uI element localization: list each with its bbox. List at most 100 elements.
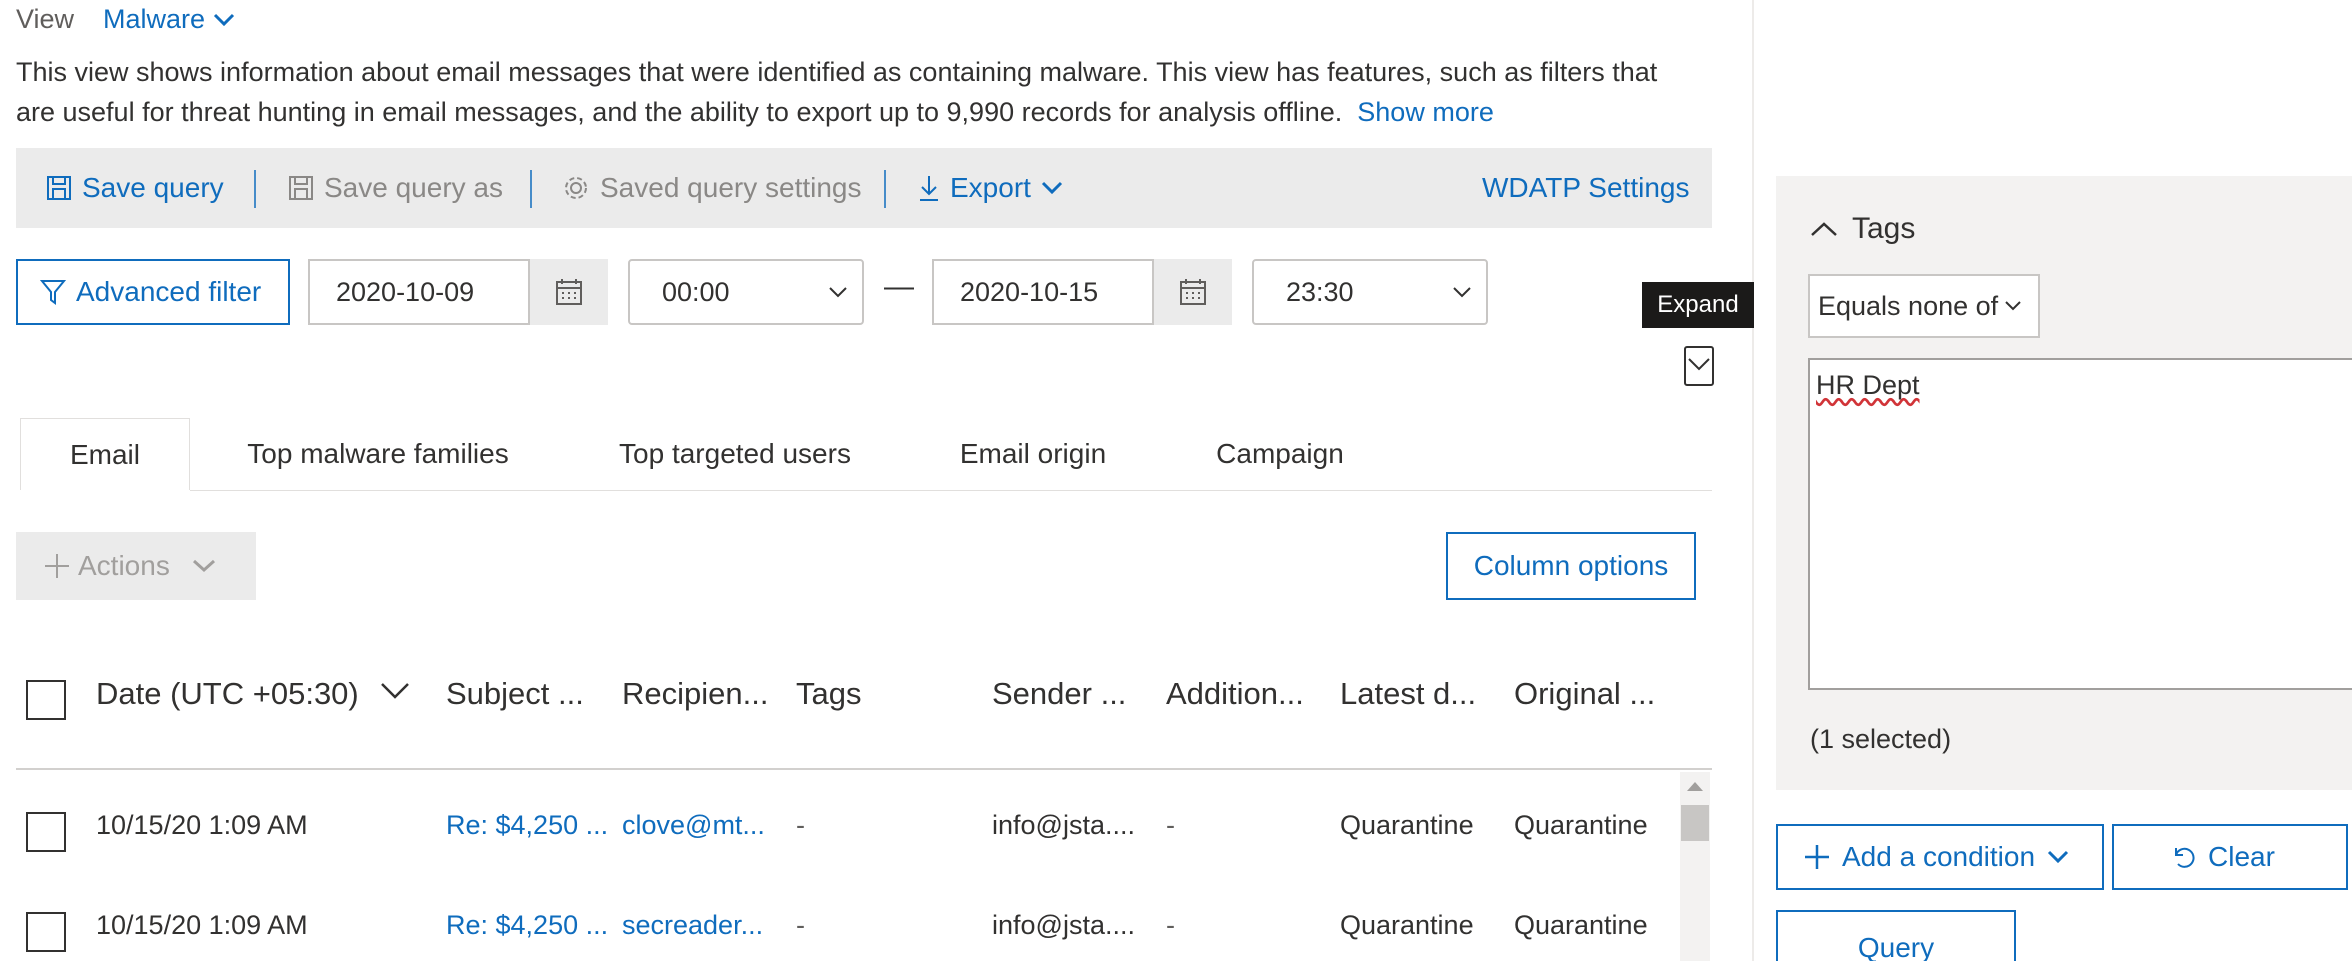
save-query-button[interactable]: Save query: [46, 148, 224, 228]
tags-value-textarea[interactable]: HR Dept: [1808, 358, 2352, 690]
tab-campaign[interactable]: Campaign: [1196, 418, 1364, 490]
start-time-select[interactable]: 00:00: [628, 259, 864, 325]
saved-query-settings-label: Saved query settings: [600, 172, 862, 203]
filter-icon: [40, 278, 66, 306]
save-icon: [288, 175, 314, 201]
actions-label: Actions: [78, 550, 170, 581]
column-header-tags[interactable]: Tags: [796, 676, 861, 712]
cell-sender: info@jsta....: [992, 810, 1135, 840]
end-date-value: 2020-10-15: [960, 276, 1099, 307]
table-row[interactable]: 10/15/20 1:09 AM Re: $4,250 ... clove@mt…: [16, 800, 1676, 860]
save-icon: [46, 175, 72, 201]
cell-latest-delivery: Quarantine: [1340, 910, 1474, 940]
view-description: This view shows information about email …: [16, 52, 1716, 132]
calendar-icon: [1179, 278, 1207, 306]
end-time-value: 23:30: [1286, 276, 1354, 307]
download-icon: [918, 174, 940, 202]
description-line-2: are useful for threat hunting in email m…: [16, 97, 1343, 127]
expand-button[interactable]: [1684, 346, 1714, 386]
plus-icon: [44, 553, 70, 579]
table-row[interactable]: 10/15/20 1:09 AM Re: $4,250 ... secreade…: [16, 900, 1676, 960]
column-header-latest-delivery[interactable]: Latest d...: [1340, 676, 1476, 712]
start-date-value: 2020-10-09: [336, 276, 475, 307]
column-header-subject[interactable]: Subject ...: [446, 676, 584, 712]
cell-subject-link[interactable]: Re: $4,250 ...: [446, 910, 608, 941]
cell-date: 10/15/20 1:09 AM: [96, 910, 308, 940]
chevron-down-icon: [2004, 300, 2022, 312]
start-date-input[interactable]: 2020-10-09: [308, 259, 530, 325]
row-checkbox[interactable]: [26, 912, 66, 952]
scroll-up-arrow-icon[interactable]: [1686, 780, 1704, 792]
save-query-as-label: Save query as: [324, 172, 503, 203]
cell-original: Quarantine: [1514, 910, 1648, 940]
tab-top-malware-families[interactable]: Top malware families: [228, 418, 528, 490]
gear-icon: [562, 174, 590, 202]
cell-additional: -: [1166, 910, 1175, 940]
tab-email[interactable]: Email: [20, 418, 190, 490]
actions-button[interactable]: Actions: [16, 532, 256, 600]
tags-selected-count: (1 selected): [1810, 724, 1952, 754]
column-header-additional[interactable]: Addition...: [1166, 676, 1304, 712]
tab-email-origin[interactable]: Email origin: [938, 418, 1128, 490]
chevron-down-icon: [2047, 850, 2069, 864]
chevron-up-icon: [1810, 221, 1838, 237]
advanced-filter-label: Advanced filter: [76, 276, 262, 307]
column-header-sender[interactable]: Sender ...: [992, 676, 1126, 712]
separator: [254, 170, 256, 208]
table-header-divider: [16, 768, 1712, 770]
chevron-down-icon: [1452, 286, 1472, 298]
export-button[interactable]: Export: [918, 148, 1063, 228]
plus-icon: [1804, 844, 1830, 870]
column-header-date[interactable]: Date (UTC +05:30): [96, 676, 359, 712]
tags-title: Tags: [1852, 212, 1916, 245]
tabs-divider: [190, 490, 1712, 491]
tags-section-header[interactable]: Tags: [1810, 212, 1915, 246]
wdatp-settings-link[interactable]: WDATP Settings: [1482, 148, 1689, 228]
saved-query-settings-button[interactable]: Saved query settings: [562, 148, 862, 228]
end-time-select[interactable]: 23:30: [1252, 259, 1488, 325]
cell-recipient-link[interactable]: secreader...: [622, 910, 763, 941]
chevron-down-icon: [213, 13, 235, 27]
tab-top-targeted-users[interactable]: Top targeted users: [590, 418, 880, 490]
wdatp-settings-label: WDATP Settings: [1482, 172, 1690, 203]
tags-value-text: HR Dept: [1816, 370, 1920, 400]
description-line-1: This view shows information about email …: [16, 57, 1658, 87]
save-query-label: Save query: [82, 172, 224, 203]
column-header-recipient[interactable]: Recipien...: [622, 676, 768, 712]
select-all-checkbox[interactable]: [26, 680, 66, 720]
cell-date: 10/15/20 1:09 AM: [96, 810, 308, 840]
cell-tags: -: [796, 810, 805, 840]
advanced-filter-button[interactable]: Advanced filter: [16, 259, 290, 325]
view-label: View: [16, 4, 75, 34]
view-selector[interactable]: Malware: [103, 4, 235, 35]
query-button[interactable]: Query: [1776, 910, 2016, 961]
calendar-icon: [555, 278, 583, 306]
cell-sender: info@jsta....: [992, 910, 1135, 940]
add-condition-button[interactable]: Add a condition: [1776, 824, 2104, 890]
row-checkbox[interactable]: [26, 812, 66, 852]
separator: [884, 170, 886, 208]
sort-chevron-down-icon[interactable]: [380, 682, 410, 700]
save-query-as-button[interactable]: Save query as: [288, 148, 503, 228]
cell-additional: -: [1166, 810, 1175, 840]
start-time-value: 00:00: [662, 276, 730, 307]
clear-button[interactable]: Clear: [2112, 824, 2348, 890]
end-date-input[interactable]: 2020-10-15: [932, 259, 1154, 325]
tags-operator-select[interactable]: Equals none of: [1808, 274, 2040, 338]
start-date-calendar-button[interactable]: [530, 259, 608, 325]
column-options-button[interactable]: Column options: [1446, 532, 1696, 600]
chevron-down-icon: [192, 559, 216, 573]
expand-tooltip: Expand: [1642, 282, 1754, 328]
clear-label: Clear: [2208, 841, 2275, 872]
column-header-original[interactable]: Original ...: [1514, 676, 1655, 712]
end-date-calendar-button[interactable]: [1154, 259, 1232, 325]
undo-icon: [2170, 844, 2196, 870]
scrollbar-thumb[interactable]: [1681, 805, 1709, 841]
chevron-down-icon: [1041, 181, 1063, 195]
cell-recipient-link[interactable]: clove@mt...: [622, 810, 765, 841]
table-scrollbar[interactable]: [1680, 772, 1710, 961]
separator: [530, 170, 532, 208]
cell-subject-link[interactable]: Re: $4,250 ...: [446, 810, 608, 841]
show-more-link[interactable]: Show more: [1357, 97, 1494, 127]
tags-operator-value: Equals none of: [1818, 290, 1999, 321]
